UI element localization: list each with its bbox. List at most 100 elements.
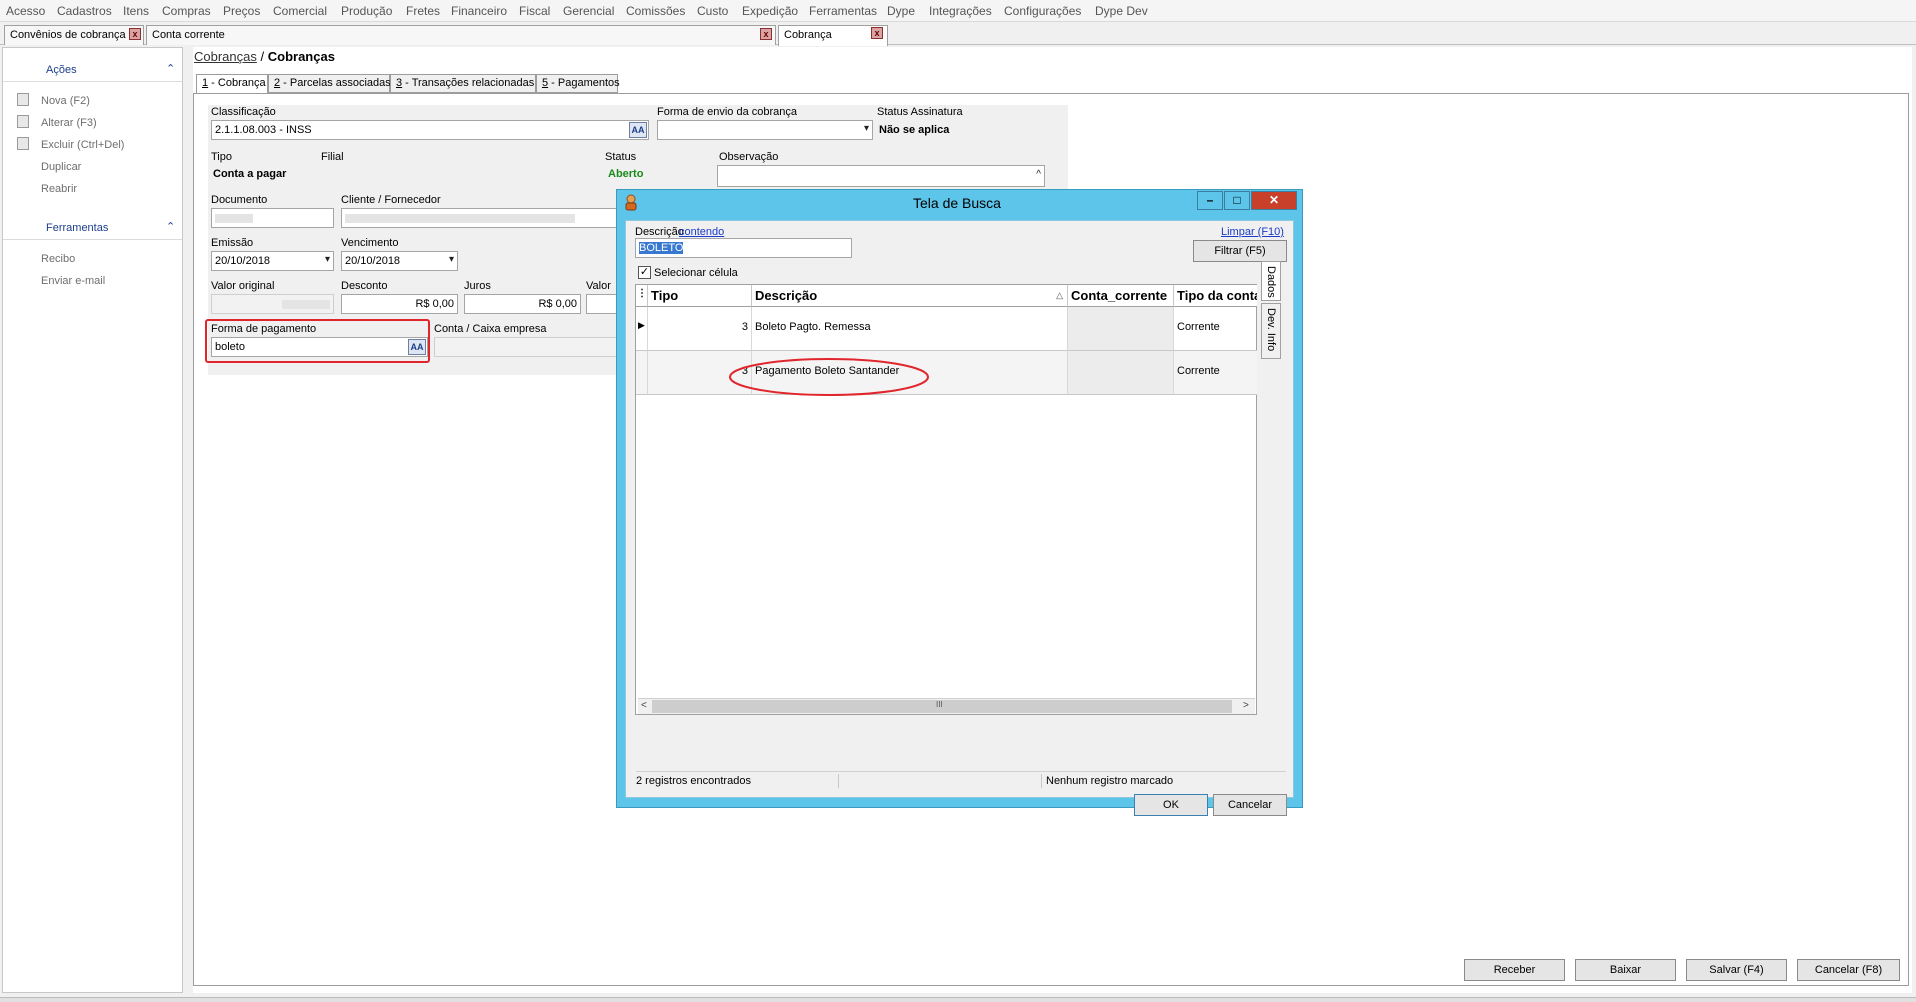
menu-expedicao[interactable]: Expedição (742, 4, 798, 18)
close-icon[interactable]: x (129, 28, 141, 40)
highlight-annotation (729, 358, 929, 396)
column-header-tipo[interactable]: Tipo (648, 285, 752, 307)
vencimento-label: Vencimento (341, 237, 399, 249)
column-header-descricao[interactable]: Descrição △ (752, 285, 1068, 307)
cell-conta-corrente[interactable] (1068, 307, 1174, 351)
minimize-icon[interactable]: – (1197, 191, 1223, 210)
cell-tipo-conta[interactable]: Corrente (1174, 351, 1257, 395)
cell-tipo[interactable]: 3 (648, 307, 752, 351)
observacao-field[interactable]: ^ (717, 165, 1045, 187)
scroll-right-icon[interactable]: > (1243, 700, 1249, 711)
menu-financeiro[interactable]: Financeiro (451, 4, 507, 18)
cell-descricao[interactable]: Boleto Pagto. Remessa (752, 307, 1068, 351)
edit-document-icon (17, 115, 29, 128)
forma-envio-select[interactable]: ▾ (657, 120, 873, 140)
filial-label: Filial (321, 151, 344, 163)
scroll-up-icon[interactable]: ^ (1036, 169, 1041, 180)
filtrar-button[interactable]: Filtrar (F5) (1193, 240, 1287, 262)
action-duplicar[interactable]: Duplicar (41, 161, 81, 173)
menu-comercial[interactable]: Comercial (273, 4, 327, 18)
menu-producao[interactable]: Produção (341, 4, 392, 18)
side-tab-dev-info[interactable]: Dev. Info (1261, 303, 1281, 359)
action-enviar-email[interactable]: Enviar e-mail (41, 275, 105, 287)
menu-integracoes[interactable]: Integrações (929, 4, 992, 18)
scroll-left-icon[interactable]: < (641, 700, 647, 711)
action-alterar[interactable]: Alterar (F3) (41, 117, 97, 129)
juros-field[interactable]: R$ 0,00 (464, 294, 581, 314)
dialog-title: Tela de Busca (913, 195, 1001, 211)
action-excluir[interactable]: Excluir (Ctrl+Del) (41, 139, 124, 151)
menu-dype-dev[interactable]: Dype Dev (1095, 4, 1148, 18)
scrollbar-thumb[interactable]: III (652, 700, 1232, 713)
menu-precos[interactable]: Preços (223, 4, 260, 18)
menu-ferramentas[interactable]: Ferramentas (809, 4, 877, 18)
valor-original-field (211, 294, 334, 314)
menu-dype[interactable]: Dype (887, 4, 915, 18)
salvar-button[interactable]: Salvar (F4) (1686, 959, 1787, 981)
ok-button[interactable]: OK (1134, 794, 1208, 816)
tab-parcelas[interactable]: 2 - Parcelas associadas (268, 74, 391, 93)
menu-custo[interactable]: Custo (697, 4, 728, 18)
acoes-section-header[interactable]: Ações ⌃ (3, 58, 182, 82)
action-nova[interactable]: Nova (F2) (41, 95, 90, 107)
tab-cobranca[interactable]: 1 - Cobrança (196, 74, 268, 94)
documento-field[interactable] (211, 208, 334, 228)
chevron-up-icon[interactable]: ⌃ (166, 62, 175, 75)
grid-menu-icon[interactable]: ⋮ (636, 285, 648, 307)
juros-label: Juros (464, 280, 491, 292)
cancelar-button[interactable]: Cancelar (F8) (1797, 959, 1900, 981)
tab-pagamentos[interactable]: 5 - Pagamentos (536, 74, 620, 93)
doc-tab-convenios[interactable]: Convênios de cobrança (4, 25, 144, 45)
sort-ascending-icon: △ (1056, 290, 1063, 300)
menu-fretes[interactable]: Fretes (406, 4, 440, 18)
menu-comissoes[interactable]: Comissões (626, 4, 685, 18)
column-header-tipo-conta[interactable]: Tipo da conta (1174, 285, 1257, 307)
column-header-conta-corrente[interactable]: Conta_corrente (1068, 285, 1174, 307)
ferramentas-section-header[interactable]: Ferramentas ⌃ (3, 216, 182, 240)
action-reabrir[interactable]: Reabrir (41, 183, 77, 195)
status-assinatura-label: Status Assinatura (877, 106, 963, 118)
selecionar-celula-label: Selecionar célula (654, 267, 738, 279)
chevron-up-icon[interactable]: ⌃ (166, 220, 175, 233)
dialog-title-bar[interactable]: Tela de Busca – □ ✕ (617, 190, 1302, 216)
classificacao-field[interactable]: 2.1.1.08.003 - INSS AA (211, 120, 649, 140)
menu-configuracoes[interactable]: Configurações (1004, 4, 1081, 18)
vencimento-field[interactable]: 20/10/2018 ▾ (341, 251, 458, 271)
menu-compras[interactable]: Compras (162, 4, 211, 18)
tab-transacoes[interactable]: 3 - Transações relacionadas (390, 74, 536, 93)
cliente-fornecedor-field[interactable] (341, 208, 631, 228)
menu-cadastros[interactable]: Cadastros (57, 4, 112, 18)
menu-fiscal[interactable]: Fiscal (519, 4, 550, 18)
baixar-button[interactable]: Baixar (1575, 959, 1676, 981)
close-icon[interactable]: ✕ (1251, 191, 1297, 210)
cancelar-dialog-button[interactable]: Cancelar (1213, 794, 1287, 816)
status-strip (0, 997, 1916, 1002)
limpar-link[interactable]: Limpar (F10) (1221, 226, 1284, 238)
cell-conta-corrente[interactable] (1068, 351, 1174, 395)
maximize-icon[interactable]: □ (1224, 191, 1250, 210)
horizontal-scrollbar[interactable]: < III > (638, 698, 1255, 714)
cell-tipo-conta[interactable]: Corrente (1174, 307, 1257, 351)
desconto-field[interactable]: R$ 0,00 (341, 294, 458, 314)
breadcrumb-parent[interactable]: Cobranças (194, 49, 257, 64)
document-tab-strip: Convênios de cobrança x Conta corrente x… (0, 23, 1916, 46)
action-recibo[interactable]: Recibo (41, 253, 75, 265)
close-icon[interactable]: x (760, 28, 772, 40)
status-value: Aberto (608, 168, 644, 180)
lookup-binoculars-icon[interactable]: AA (629, 122, 647, 138)
selecionar-celula-checkbox[interactable]: ✓ (638, 266, 651, 279)
receber-button[interactable]: Receber (1464, 959, 1565, 981)
menu-gerencial[interactable]: Gerencial (563, 4, 614, 18)
chevron-down-icon[interactable]: ▾ (449, 254, 454, 265)
search-input[interactable]: BOLETO (635, 238, 852, 258)
chevron-down-icon[interactable]: ▾ (325, 254, 330, 265)
emissao-field[interactable]: 20/10/2018 ▾ (211, 251, 334, 271)
redacted-value (215, 214, 253, 223)
contendo-link[interactable]: contendo (679, 226, 724, 238)
side-tab-dados[interactable]: Dados (1261, 261, 1281, 301)
doc-tab-conta-corrente[interactable]: Conta corrente (146, 25, 776, 45)
menu-acesso[interactable]: Acesso (6, 4, 45, 18)
tipo-label: Tipo (211, 151, 232, 163)
close-icon[interactable]: x (871, 27, 883, 39)
menu-itens[interactable]: Itens (123, 4, 149, 18)
